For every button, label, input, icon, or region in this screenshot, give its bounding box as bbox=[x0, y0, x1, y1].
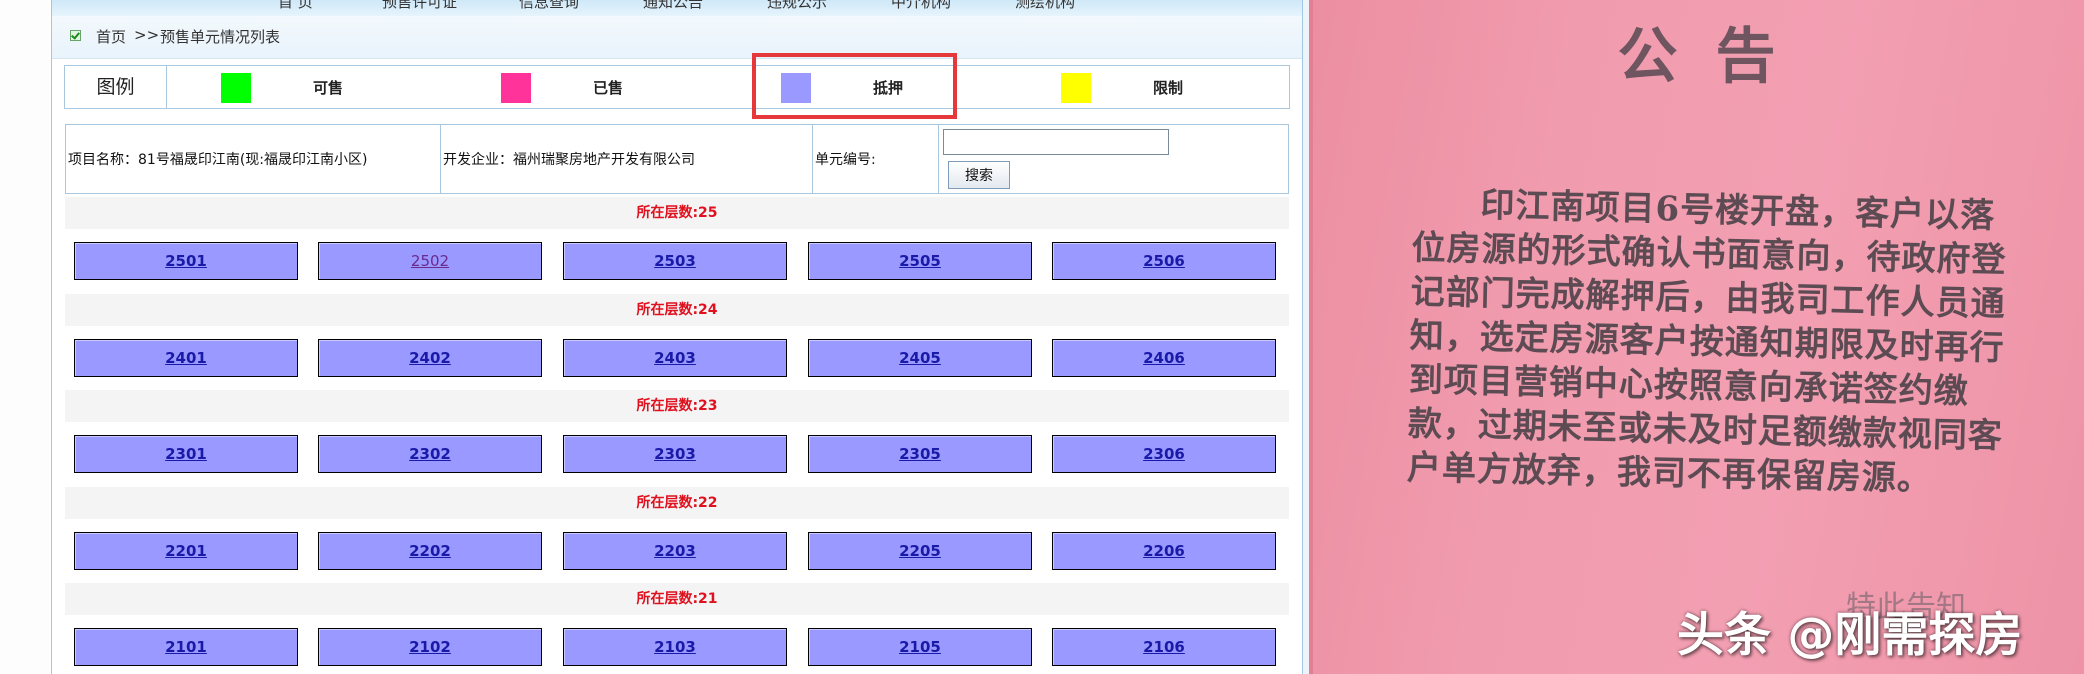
unit-2103[interactable]: 2103 bbox=[563, 628, 787, 666]
developer-name: 开发企业：福州瑞聚房地产开发有限公司 bbox=[443, 152, 695, 168]
unit-search-cell: 搜索 bbox=[939, 125, 1288, 193]
watermark: 头条 @刚需探房 bbox=[1677, 608, 2023, 663]
unit-2301[interactable]: 2301 bbox=[74, 435, 298, 473]
notice-photo: 公告 印江南项目6号楼开盘，客户以落位房源的形式确认书面意向，待政府登记部门完成… bbox=[1309, 0, 2084, 674]
unit-2205[interactable]: 2205 bbox=[808, 532, 1032, 570]
breadcrumb: 首页 >> 预售单元情况列表 bbox=[52, 16, 1302, 59]
legend-label-available: 可售 bbox=[313, 79, 344, 97]
search-button[interactable]: 搜索 bbox=[948, 161, 1010, 189]
unit-2403[interactable]: 2403 bbox=[563, 339, 787, 377]
legend-swatch-restricted bbox=[1061, 73, 1091, 103]
unit-2101[interactable]: 2101 bbox=[74, 628, 298, 666]
floor-header-23: 所在层数:23 bbox=[65, 390, 1289, 422]
page-right-gutter bbox=[1302, 0, 1309, 674]
unit-2102[interactable]: 2102 bbox=[318, 628, 542, 666]
unit-2201[interactable]: 2201 bbox=[74, 532, 298, 570]
notice-body: 印江南项目6号楼开盘，客户以落位房源的形式确认书面意向，待政府登记部门完成解押后… bbox=[1406, 185, 2007, 499]
floor-header-25: 所在层数:25 bbox=[65, 197, 1289, 229]
legend-label-sold: 已售 bbox=[593, 79, 624, 97]
developer-cell: 开发企业：福州瑞聚房地产开发有限公司 bbox=[441, 125, 813, 193]
nav-item-agencies[interactable]: 中介机构 bbox=[891, 0, 951, 12]
floor-header-24: 所在层数:24 bbox=[65, 294, 1289, 326]
unit-2406[interactable]: 2406 bbox=[1052, 339, 1276, 377]
unit-2106[interactable]: 2106 bbox=[1052, 628, 1276, 666]
page-frame: 首 页 预售许可证 信息查询 通知公告 违规公示 中介机构 测绘机构 首页 >>… bbox=[51, 0, 1303, 674]
unit-2202[interactable]: 2202 bbox=[318, 532, 542, 570]
page-left-gutter bbox=[0, 0, 50, 674]
project-name-cell: 项目名称：81号福晟印江南(现:福晟印江南小区) bbox=[66, 125, 441, 193]
unit-2505[interactable]: 2505 bbox=[808, 242, 1032, 280]
unit-2402[interactable]: 2402 bbox=[318, 339, 542, 377]
unit-2401[interactable]: 2401 bbox=[74, 339, 298, 377]
breadcrumb-home[interactable]: 首页 bbox=[96, 26, 126, 47]
unit-2506[interactable]: 2506 bbox=[1052, 242, 1276, 280]
unit-number-label-cell: 单元编号: bbox=[813, 125, 939, 193]
floor-header-22: 所在层数:22 bbox=[65, 487, 1289, 519]
nav-item-presale-permit[interactable]: 预售许可证 bbox=[382, 0, 457, 12]
checkbox-icon bbox=[70, 30, 81, 41]
nav-item-home[interactable]: 首 页 bbox=[278, 0, 313, 12]
unit-2105[interactable]: 2105 bbox=[808, 628, 1032, 666]
project-info-table: 项目名称：81号福晟印江南(现:福晟印江南小区) 开发企业：福州瑞聚房地产开发有… bbox=[65, 124, 1289, 194]
top-navigation: 首 页 预售许可证 信息查询 通知公告 违规公示 中介机构 测绘机构 bbox=[52, 0, 1302, 16]
screenshot: 首 页 预售许可证 信息查询 通知公告 违规公示 中介机构 测绘机构 首页 >>… bbox=[0, 0, 2084, 674]
unit-2405[interactable]: 2405 bbox=[808, 339, 1032, 377]
legend-swatch-sold bbox=[501, 73, 531, 103]
unit-2305[interactable]: 2305 bbox=[808, 435, 1032, 473]
unit-2501[interactable]: 2501 bbox=[74, 242, 298, 280]
unit-number-label: 单元编号: bbox=[815, 152, 876, 168]
unit-2503[interactable]: 2503 bbox=[563, 242, 787, 280]
legend-title: 图例 bbox=[65, 66, 167, 108]
breadcrumb-current: 预售单元情况列表 bbox=[160, 28, 281, 46]
mortgage-legend-highlight bbox=[752, 53, 957, 119]
nav-item-notices[interactable]: 通知公告 bbox=[643, 0, 703, 12]
notice-title: 公告 bbox=[1617, 22, 1814, 92]
nav-item-violations[interactable]: 违规公示 bbox=[767, 0, 827, 12]
nav-item-surveying[interactable]: 测绘机构 bbox=[1015, 0, 1075, 12]
unit-2306[interactable]: 2306 bbox=[1052, 435, 1276, 473]
nav-item-info-query[interactable]: 信息查询 bbox=[519, 0, 579, 12]
breadcrumb-separator: >> bbox=[134, 26, 160, 44]
paper-edge bbox=[1309, 0, 1313, 674]
presale-web-page: 首 页 预售许可证 信息查询 通知公告 违规公示 中介机构 测绘机构 首页 >>… bbox=[0, 0, 1309, 674]
unit-2502[interactable]: 2502 bbox=[318, 242, 542, 280]
legend-label-restricted: 限制 bbox=[1153, 79, 1184, 97]
unit-2203[interactable]: 2203 bbox=[563, 532, 787, 570]
unit-2303[interactable]: 2303 bbox=[563, 435, 787, 473]
floor-header-21: 所在层数:21 bbox=[65, 583, 1289, 615]
unit-2302[interactable]: 2302 bbox=[318, 435, 542, 473]
project-name: 项目名称：81号福晟印江南(现:福晟印江南小区) bbox=[68, 152, 368, 168]
unit-2206[interactable]: 2206 bbox=[1052, 532, 1276, 570]
legend: 图例 可售 已售 抵押 限制 bbox=[64, 65, 1290, 109]
legend-swatch-available bbox=[221, 73, 251, 103]
unit-number-input[interactable] bbox=[943, 129, 1169, 155]
